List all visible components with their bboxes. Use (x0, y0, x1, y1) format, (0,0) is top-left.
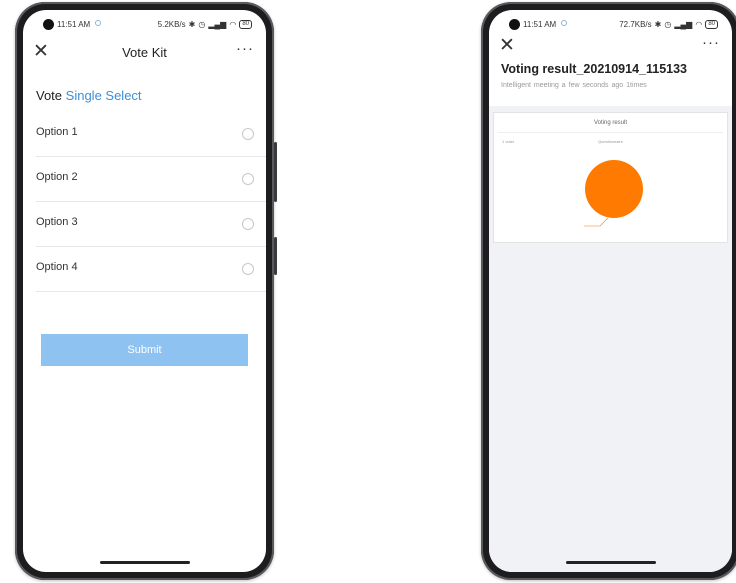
more-icon[interactable]: ··· (702, 34, 720, 51)
front-camera (43, 19, 54, 30)
option-row-1[interactable]: Option 1 (36, 112, 266, 157)
divider (498, 132, 723, 133)
option-row-4[interactable]: Option 4 (36, 247, 266, 292)
bluetooth-icon: ✱ (188, 20, 196, 29)
nav-bar: ✕ Vote Kit ··· (23, 40, 266, 68)
vote-screen: 11:51 AM 5.2KB/s ✱ ◷ ▂▄▆ ◠ 80 ✕ Vote Kit… (23, 10, 266, 572)
option-label: Option 4 (36, 261, 78, 273)
alarm-icon: ◷ (664, 20, 672, 29)
radio-button[interactable] (242, 263, 254, 275)
status-bar: 11:51 AM 72.7KB/s ✱ ◷ ▂▄▆ ◠ 80 (489, 10, 732, 40)
network-speed: 5.2KB/s (157, 20, 186, 29)
page-title: Vote Kit (122, 45, 167, 60)
vote-type-label: Single Select (65, 88, 142, 103)
option-label: Option 1 (36, 126, 78, 138)
close-icon[interactable]: ✕ (499, 36, 515, 56)
meta-count: 1times (626, 82, 647, 89)
pie-chart (584, 160, 643, 227)
more-icon[interactable]: ··· (236, 40, 254, 57)
battery-icon: 80 (239, 20, 252, 29)
status-indicators: 5.2KB/s ✱ ◷ ▂▄▆ ◠ 80 (158, 20, 252, 29)
pie-leader-line-1 (584, 217, 609, 227)
radio-button[interactable] (242, 173, 254, 185)
option-list: Option 1 Option 2 Option 3 Option 4 (23, 112, 266, 292)
vote-heading: Vote Single Select (23, 68, 266, 112)
option-label: Option 3 (36, 216, 78, 228)
signal-icon: ▂▄▆ (674, 20, 693, 29)
notification-icon (95, 20, 101, 26)
battery-icon: 80 (705, 20, 718, 29)
home-indicator[interactable] (99, 561, 190, 564)
volume-button (274, 142, 277, 202)
signal-icon: ▂▄▆ (208, 20, 227, 29)
nav-bar: ✕ ··· (489, 34, 732, 56)
network-speed: 72.7KB/s (619, 20, 652, 29)
result-title: Voting result_20210914_115133 (501, 62, 688, 76)
wifi-icon: ◠ (229, 20, 237, 29)
chart-title: Voting result (593, 120, 628, 126)
alarm-icon: ◷ (198, 20, 206, 29)
front-camera (509, 19, 520, 30)
status-time: 11:51 AM (523, 20, 557, 29)
result-phone-frame: 11:51 AM 72.7KB/s ✱ ◷ ▂▄▆ ◠ 80 ✕ ··· Vot… (481, 2, 736, 580)
bluetooth-icon: ✱ (654, 20, 662, 29)
result-body: Voting result 1 voter Questionnaire (489, 106, 732, 572)
meta-source: Intelligent meeting (501, 82, 559, 89)
option-label: Option 2 (36, 171, 78, 183)
vote-phone-frame: 11:51 AM 5.2KB/s ✱ ◷ ▂▄▆ ◠ 80 ✕ Vote Kit… (15, 2, 277, 580)
submit-button[interactable]: Submit (41, 334, 248, 366)
notification-icon (561, 20, 567, 26)
home-indicator[interactable] (565, 561, 656, 564)
status-bar: 11:51 AM 5.2KB/s ✱ ◷ ▂▄▆ ◠ 80 (23, 10, 266, 40)
radio-button[interactable] (242, 218, 254, 230)
status-indicators: 72.7KB/s ✱ ◷ ▂▄▆ ◠ 80 (619, 20, 718, 29)
vote-label: Vote (36, 88, 63, 103)
meta-time: a few seconds ago (561, 82, 624, 89)
radio-button[interactable] (242, 128, 254, 140)
wifi-icon: ◠ (695, 20, 703, 29)
chart-card: Voting result 1 voter Questionnaire (493, 112, 728, 243)
status-time: 11:51 AM (57, 20, 91, 29)
option-row-2[interactable]: Option 2 (36, 157, 266, 202)
option-row-3[interactable]: Option 3 (36, 202, 266, 247)
result-meta: Intelligent meeting a few seconds ago 1t… (501, 82, 732, 89)
power-button (274, 237, 277, 275)
question-label: Questionnaire (598, 139, 623, 144)
pie-slice-1 (585, 160, 643, 218)
result-screen: 11:51 AM 72.7KB/s ✱ ◷ ▂▄▆ ◠ 80 ✕ ··· Vot… (489, 10, 732, 572)
